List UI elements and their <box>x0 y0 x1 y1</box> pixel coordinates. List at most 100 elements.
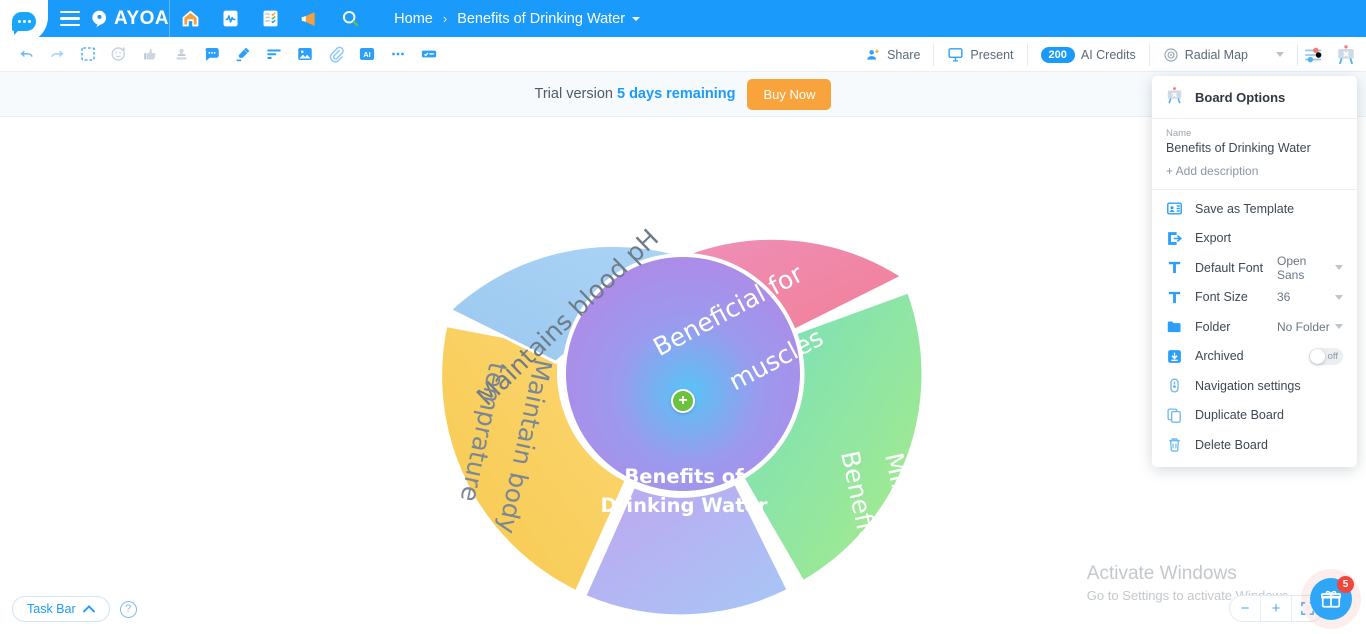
share-button[interactable]: Share <box>852 43 935 66</box>
chevron-up-icon <box>82 605 95 613</box>
breadcrumb-current[interactable]: Benefits of Drinking Water <box>457 10 641 27</box>
task-bar-label: Task Bar <box>27 602 76 616</box>
trial-days-remaining: 5 days remaining <box>616 86 736 102</box>
trash-icon <box>1166 436 1183 453</box>
board-options-header-icon <box>1165 86 1184 108</box>
brand-name: AYOA <box>114 7 170 29</box>
board-options-list: Save as Template Export Default Font Ope… <box>1152 190 1357 467</box>
search-icon[interactable] <box>330 0 370 37</box>
ayoa-mark-icon <box>90 9 109 28</box>
add-node-button[interactable]: + <box>671 389 695 413</box>
folder-value: No Folder <box>1277 319 1330 334</box>
more-icon[interactable] <box>384 40 412 68</box>
tasks-icon[interactable] <box>250 0 290 37</box>
gift-badge-count: 5 <box>1337 576 1354 593</box>
announcement-icon[interactable] <box>290 0 330 37</box>
toolbar-right-group: Share Present 200 AI Credits Radial Map <box>852 37 1362 72</box>
toggle-knob <box>1310 348 1325 364</box>
emoji-icon[interactable] <box>105 40 133 68</box>
board-option-save-as-template[interactable]: Save as Template <box>1152 194 1357 224</box>
text-align-icon[interactable] <box>260 40 288 68</box>
card-icon[interactable] <box>415 40 443 68</box>
board-option-label: Navigation settings <box>1195 378 1301 393</box>
default-font-value: Open Sans <box>1277 253 1307 282</box>
settings-sliders-icon[interactable] <box>1298 39 1330 71</box>
trial-prefix: Trial version <box>534 86 613 102</box>
board-option-label: Folder <box>1195 319 1231 334</box>
board-option-label: Archived <box>1195 349 1244 364</box>
chat-bubble-icon <box>12 12 36 35</box>
chevron-down-icon <box>632 16 641 21</box>
brand-logo[interactable]: AYOA <box>90 8 169 30</box>
highlighter-icon[interactable] <box>229 40 257 68</box>
image-icon[interactable] <box>291 40 319 68</box>
navigation-icon <box>1166 377 1183 394</box>
chevron-down-icon[interactable] <box>1335 324 1343 330</box>
board-options-title: Board Options <box>1195 89 1286 105</box>
svg-text:AI: AI <box>363 50 371 59</box>
select-frame-icon[interactable] <box>74 40 102 68</box>
board-option-label: Save as Template <box>1195 201 1295 216</box>
board-options-icon[interactable] <box>1330 39 1362 71</box>
board-option-label: Duplicate Board <box>1195 408 1284 423</box>
save-template-icon <box>1166 200 1183 217</box>
archived-toggle-state: off <box>1327 350 1338 362</box>
gift-icon <box>1320 590 1342 608</box>
share-label: Share <box>887 47 921 62</box>
board-options-header: Board Options <box>1152 76 1357 119</box>
credits-label: AI Credits <box>1080 47 1136 62</box>
board-option-label: Export <box>1195 231 1232 246</box>
export-icon <box>1166 230 1183 247</box>
thumbs-up-icon[interactable] <box>136 40 164 68</box>
board-option-label: Default Font <box>1195 260 1264 275</box>
chevron-down-icon <box>1276 52 1284 57</box>
undo-icon[interactable] <box>12 40 40 68</box>
zoom-out-button[interactable]: − <box>1230 596 1261 621</box>
home-icon[interactable] <box>170 0 210 37</box>
breadcrumb-home[interactable]: Home <box>394 11 433 27</box>
hamburger-menu-icon[interactable] <box>60 11 80 26</box>
taskbar-group: Task Bar ? <box>12 596 137 622</box>
board-option-navigation-settings[interactable]: Navigation settings <box>1152 371 1357 401</box>
help-button[interactable]: ? <box>119 600 137 618</box>
board-option-duplicate-board[interactable]: Duplicate Board <box>1152 401 1357 431</box>
board-option-default-font[interactable]: Default Font Open Sans <box>1152 253 1357 283</box>
archive-icon <box>1166 348 1183 365</box>
ai-credits[interactable]: 200 AI Credits <box>1028 43 1150 66</box>
archived-toggle[interactable]: off <box>1309 347 1343 365</box>
breadcrumb: Home › Benefits of Drinking Water <box>394 10 641 27</box>
comment-icon[interactable] <box>198 40 226 68</box>
task-bar-button[interactable]: Task Bar <box>12 596 110 622</box>
activity-icon[interactable] <box>210 0 250 37</box>
font-size-value: 36 <box>1277 290 1291 305</box>
zoom-in-button[interactable]: + <box>1261 596 1292 621</box>
buy-now-button[interactable]: Buy Now <box>747 78 832 110</box>
add-description-button[interactable]: + Add description <box>1166 164 1343 178</box>
board-option-archived[interactable]: Archived off <box>1152 342 1357 372</box>
chevron-down-icon[interactable] <box>1335 294 1343 300</box>
present-label: Present <box>970 47 1014 62</box>
board-option-folder[interactable]: Folder No Folder <box>1152 312 1357 342</box>
present-button[interactable]: Present <box>934 43 1028 66</box>
folder-icon <box>1166 318 1183 335</box>
board-option-delete-board[interactable]: Delete Board <box>1152 430 1357 460</box>
app-window: AYOA Home › Benefits of Drinking Water A… <box>0 0 1366 634</box>
stamp-icon[interactable] <box>167 40 195 68</box>
ai-icon[interactable]: AI <box>353 40 381 68</box>
view-mode-label: Radial Map <box>1184 47 1248 62</box>
watermark-line-1: Activate Windows <box>1086 563 1237 584</box>
board-option-label: Font Size <box>1195 290 1248 305</box>
font-size-icon <box>1166 289 1183 306</box>
board-name-value[interactable]: Benefits of Drinking Water <box>1166 141 1343 155</box>
toolbar-left-group: AI <box>12 40 443 68</box>
trial-text: Trial version 5 days remaining <box>535 86 736 102</box>
redo-icon[interactable] <box>43 40 71 68</box>
board-options-panel: Board Options Name Benefits of Drinking … <box>1152 76 1357 467</box>
breadcrumb-current-label: Benefits of Drinking Water <box>457 10 626 27</box>
chevron-down-icon[interactable] <box>1335 265 1343 271</box>
rewards-gift-button[interactable]: 5 <box>1310 576 1354 620</box>
view-mode-selector[interactable]: Radial Map <box>1150 43 1298 66</box>
board-option-export[interactable]: Export <box>1152 224 1357 254</box>
attachment-icon[interactable] <box>322 40 350 68</box>
board-option-font-size[interactable]: Font Size 36 <box>1152 283 1357 313</box>
